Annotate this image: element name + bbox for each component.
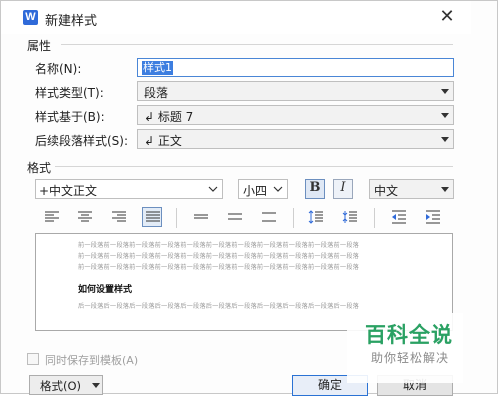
- title-bar: W 新建样式: [1, 1, 471, 34]
- watermark: 百科全说 助你轻松解决: [347, 313, 463, 383]
- name-label: 名称(N):: [35, 62, 82, 76]
- align-justify-button[interactable]: [142, 207, 162, 227]
- language-value: 中文: [374, 184, 399, 198]
- bold-button[interactable]: B: [305, 179, 325, 199]
- dropdown-arrow-icon: [441, 113, 449, 118]
- style-type-label: 样式类型(T):: [35, 86, 104, 100]
- font-select[interactable]: +中文正文: [35, 179, 223, 199]
- properties-section-label: 属性: [27, 37, 56, 54]
- italic-button[interactable]: I: [333, 179, 353, 199]
- indent-icon: [426, 210, 440, 224]
- align-left-button[interactable]: [42, 208, 62, 226]
- dialog-title: 新建样式: [45, 14, 98, 29]
- dropdown-arrow-icon: [92, 383, 100, 388]
- properties-divider: [61, 44, 453, 45]
- increase-indent-button[interactable]: [423, 208, 443, 226]
- based-on-label: 样式基于(B):: [35, 110, 105, 124]
- save-to-template-checkbox[interactable]: [27, 353, 39, 365]
- format-menu-button[interactable]: 格式(O): [29, 375, 103, 395]
- dropdown-arrow-icon: [441, 137, 449, 142]
- size-select[interactable]: 小四: [238, 179, 288, 199]
- align-justify-icon: [146, 211, 160, 222]
- next-style-label: 后续段落样式(S):: [35, 134, 129, 148]
- dropdown-arrow-icon: [441, 89, 449, 94]
- align-right-icon: [112, 211, 126, 222]
- name-input[interactable]: 样式1: [137, 58, 454, 77]
- preview-prev-line: 前一段落前一段落前一段落前一段落前一段落前一段落前一段落前一段落前一段落前一段落…: [78, 242, 360, 249]
- increase-paragraph-spacing-button[interactable]: [306, 208, 326, 226]
- preview-prev-line: 前一段落前一段落前一段落前一段落前一段落前一段落前一段落前一段落前一段落前一段落…: [78, 264, 360, 271]
- align-center-icon: [78, 211, 92, 222]
- chevron-down-icon: [208, 181, 218, 200]
- save-to-template-label: 同时保存到模板(A): [45, 354, 139, 367]
- paragraph-spacing-decrease-icon: [342, 211, 357, 223]
- based-on-select[interactable]: ↲ 标题 7: [137, 105, 454, 125]
- toolbar-separator: [374, 208, 375, 228]
- close-icon[interactable]: ✕: [437, 7, 457, 27]
- outdent-icon: [392, 210, 406, 224]
- preview-next-line: 后一段落后一段落后一段落后一段落后一段落后一段落后一段落后一段落后一段落后一段落…: [78, 303, 360, 310]
- next-style-select[interactable]: ↲ 正文: [137, 129, 454, 149]
- align-center-button[interactable]: [75, 208, 95, 226]
- based-on-value: ↲ 标题 7: [144, 110, 194, 124]
- align-right-button[interactable]: [109, 208, 129, 226]
- format-section-label: 格式: [27, 159, 56, 176]
- size-value: 小四: [243, 184, 268, 198]
- line-spacing-onehalf-icon: [228, 213, 242, 220]
- line-spacing-single-icon: [194, 214, 208, 219]
- preview-sample-text: 如何设置样式: [78, 285, 133, 295]
- dropdown-arrow-icon: [441, 187, 449, 192]
- align-left-icon: [45, 211, 59, 222]
- wps-writer-icon: W: [23, 10, 38, 25]
- style-type-select[interactable]: 段落: [137, 81, 454, 101]
- preview-prev-line: 前一段落前一段落前一段落前一段落前一段落前一段落前一段落前一段落前一段落前一段落…: [78, 253, 360, 260]
- format-menu-label: 格式(O): [40, 379, 82, 393]
- double-spacing-button[interactable]: [259, 208, 279, 226]
- next-style-value: ↲ 正文: [144, 134, 182, 148]
- watermark-title: 百科全说: [365, 323, 453, 347]
- chevron-down-icon: [273, 181, 283, 200]
- decrease-indent-button[interactable]: [389, 208, 409, 226]
- one-half-spacing-button[interactable]: [225, 208, 245, 226]
- decrease-paragraph-spacing-button[interactable]: [340, 208, 360, 226]
- font-value: +中文正文: [39, 184, 98, 198]
- paragraph-spacing-increase-icon: [308, 210, 323, 224]
- single-spacing-button[interactable]: [191, 208, 211, 226]
- format-divider: [55, 166, 453, 167]
- style-type-value: 段落: [144, 86, 169, 100]
- new-style-dialog: W 新建样式 ✕ 属性 名称(N): 样式1 样式类型(T): 段落 样式基于(…: [0, 0, 498, 396]
- name-input-value: 样式1: [142, 61, 173, 75]
- toolbar-separator: [176, 208, 177, 228]
- toolbar-separator: [293, 208, 294, 228]
- line-spacing-double-icon: [262, 212, 276, 222]
- language-select[interactable]: 中文: [369, 179, 454, 199]
- watermark-subtitle: 助你轻松解决: [371, 351, 450, 365]
